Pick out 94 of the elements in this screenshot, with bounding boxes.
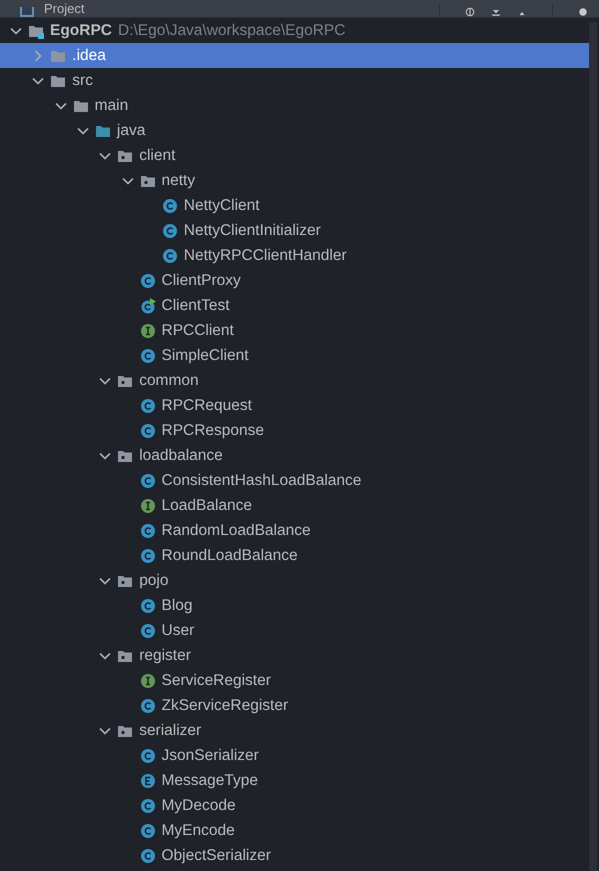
tree-item[interactable]: MessageType <box>0 768 589 793</box>
project-path: D:\Ego\Java\workspace\EgoRPC <box>118 22 346 40</box>
interface-icon <box>140 498 156 514</box>
enum-icon <box>140 772 156 788</box>
tree-item[interactable]: src <box>0 68 589 93</box>
tree-item[interactable]: netty <box>0 168 589 193</box>
class-icon <box>162 222 178 238</box>
interface-icon <box>140 322 156 338</box>
class-icon <box>140 798 156 814</box>
tree-item[interactable]: Blog <box>0 593 589 618</box>
tree-item[interactable]: ObjectSerializer <box>0 843 589 868</box>
item-name: common <box>139 372 199 390</box>
item-name: ObjectSerializer <box>162 846 271 864</box>
tree-item[interactable]: ZkServiceRegister <box>0 693 589 718</box>
item-name: pojo <box>139 572 168 590</box>
tree-item[interactable]: LoadBalance <box>0 493 589 518</box>
class-icon <box>140 348 156 364</box>
item-name: RPCClient <box>162 322 234 340</box>
tree-item[interactable]: User <box>0 618 589 643</box>
tree-item[interactable]: main <box>0 93 589 118</box>
tree-item[interactable]: client <box>0 143 589 168</box>
item-name: JsonSerializer <box>162 746 259 764</box>
item-name: MessageType <box>162 772 258 790</box>
tree-item[interactable]: EgoRPC D:\Ego\Java\workspace\EgoRPC <box>0 18 589 43</box>
tree-item[interactable]: SimpleClient <box>0 343 589 368</box>
class-icon <box>140 522 156 538</box>
item-name: main <box>94 96 128 114</box>
tree-item[interactable]: JsonSerializer <box>0 743 589 768</box>
item-name: ConsistentHashLoadBalance <box>162 472 362 490</box>
item-name: java <box>116 122 146 140</box>
class-icon <box>140 472 156 488</box>
class-icon <box>140 822 156 838</box>
tree-item[interactable]: pojo <box>0 568 589 593</box>
tree-item[interactable]: NettyClient <box>0 193 589 218</box>
tree-item[interactable]: NettyClientInitializer <box>0 218 589 243</box>
tree-item[interactable]: RandomLoadBalance <box>0 518 589 543</box>
tree-item[interactable]: ServiceRegister <box>0 668 589 693</box>
tree-item[interactable]: serializer <box>0 718 589 743</box>
class-icon <box>162 198 178 214</box>
tree-item[interactable]: RPCRequest <box>0 393 589 418</box>
tree-item[interactable]: RoundLoadBalance <box>0 543 589 568</box>
tree-item[interactable]: MyEncode <box>0 818 589 843</box>
item-name: User <box>162 622 194 640</box>
item-name: ClientProxy <box>162 272 241 290</box>
interface-icon <box>140 672 156 688</box>
class-icon <box>140 848 156 864</box>
class-icon <box>140 748 156 764</box>
tree-item[interactable]: ConsistentHashLoadBalance <box>0 468 589 493</box>
item-name: SimpleClient <box>162 346 249 364</box>
item-name: netty <box>162 172 196 190</box>
panel-title[interactable]: Project <box>44 1 84 17</box>
item-name: RoundLoadBalance <box>162 546 298 564</box>
class-icon <box>140 698 156 714</box>
item-name: LoadBalance <box>162 496 252 514</box>
tree-item[interactable]: NettyRPCClientHandler <box>0 243 589 268</box>
item-name: NettyClient <box>184 196 260 214</box>
tree-item[interactable]: RPCResponse <box>0 418 589 443</box>
scrollbar[interactable] <box>589 22 597 871</box>
item-name: Blog <box>162 596 193 614</box>
tree-item[interactable]: loadbalance <box>0 443 589 468</box>
class-icon <box>140 548 156 564</box>
item-name: loadbalance <box>139 446 223 464</box>
class-icon <box>140 598 156 614</box>
tree-item[interactable]: ClientProxy <box>0 268 589 293</box>
item-name: MyEncode <box>162 822 235 840</box>
class-icon <box>162 248 178 264</box>
runnable-class-icon <box>140 298 156 314</box>
item-name: ClientTest <box>162 296 230 314</box>
class-icon <box>140 622 156 638</box>
class-icon <box>140 398 156 414</box>
item-name: ZkServiceRegister <box>162 696 288 714</box>
item-name: RPCResponse <box>162 422 264 440</box>
item-name: EgoRPC <box>50 22 112 40</box>
item-name: register <box>139 646 191 664</box>
item-name: .idea <box>72 46 106 64</box>
item-name: RPCRequest <box>162 396 252 414</box>
tree-item[interactable]: java <box>0 118 589 143</box>
tree-item[interactable]: .idea <box>0 43 589 68</box>
tree-item[interactable]: common <box>0 368 589 393</box>
item-name: ServiceRegister <box>162 672 271 690</box>
tree-item[interactable]: RPCClient <box>0 318 589 343</box>
class-icon <box>140 272 156 288</box>
tree-item[interactable]: register <box>0 643 589 668</box>
class-icon <box>140 422 156 438</box>
item-name: serializer <box>139 722 202 740</box>
tree-item[interactable]: ClientTest <box>0 293 589 318</box>
window-icon <box>20 7 34 17</box>
tree-item[interactable]: MyDecode <box>0 793 589 818</box>
item-name: client <box>139 146 176 164</box>
item-name: src <box>72 72 93 90</box>
item-name: NettyRPCClientHandler <box>184 246 347 264</box>
item-name: MyDecode <box>162 796 236 814</box>
item-name: NettyClientInitializer <box>184 222 321 240</box>
item-name: RandomLoadBalance <box>162 522 311 540</box>
